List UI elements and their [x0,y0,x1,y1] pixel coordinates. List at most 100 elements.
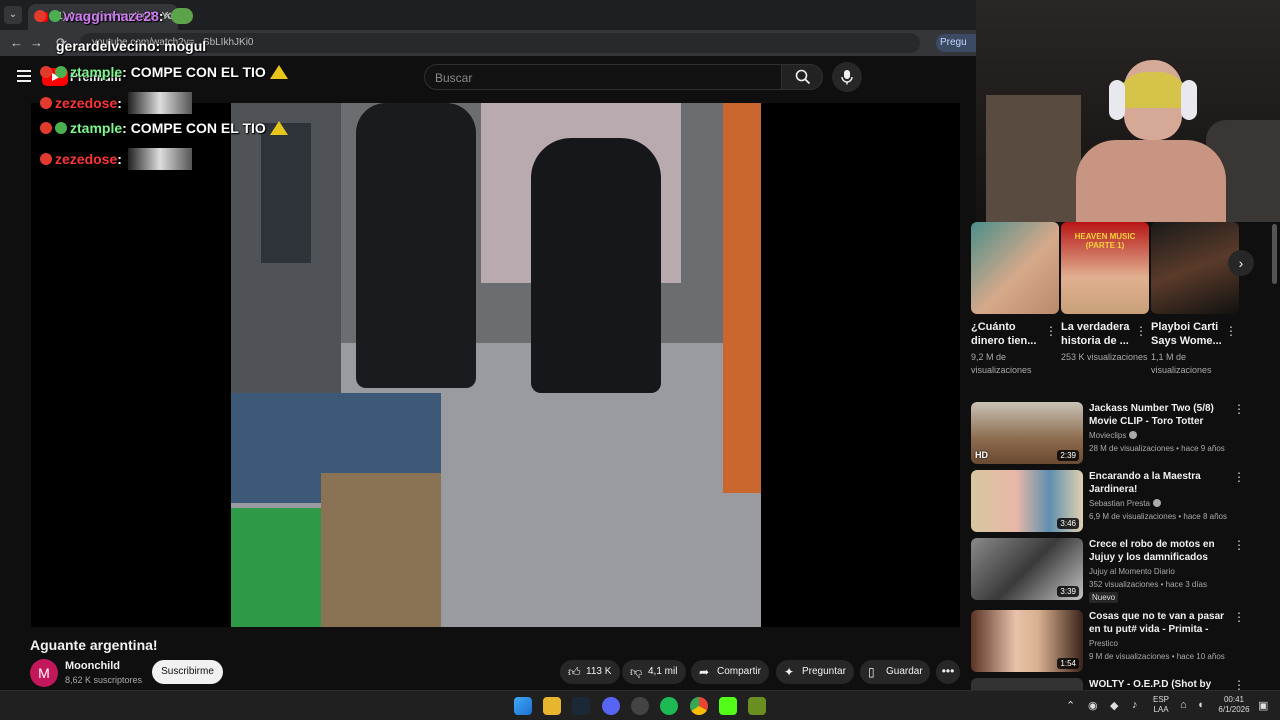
network-app-icon[interactable]: ◉ [1088,699,1098,712]
video-duration: 3:39 [1057,586,1079,597]
short-title[interactable]: ¿Cuánto dinero tien... [971,320,1043,348]
channel-name[interactable]: Jujuy al Momento Diario [1089,567,1175,576]
thumbs-down-icon: 👎︎ [630,665,643,679]
video-title[interactable]: Cosas que no te van a pasar en tu put# v… [1089,610,1229,636]
channel-name[interactable]: Prestico [1089,639,1118,648]
chat-message: ztample: COMPE CON EL TIO [40,64,288,80]
more-actions-button[interactable]: ••• [936,660,960,684]
notification-icon[interactable]: ▣ [1258,699,1268,712]
video-duration: 2:39 [1057,450,1079,461]
more-vertical-icon[interactable]: ⋮ [1233,538,1245,552]
chevron-right-icon[interactable]: › [1228,250,1254,276]
save-button[interactable]: ▯ Guardar [860,660,930,684]
shield-icon[interactable]: ◆ [1110,699,1118,712]
ask-button[interactable]: ✦ Preguntar [776,660,854,684]
recommendations-sidebar: ¿Cuánto dinero tien... 9,2 M de visualiz… [962,222,1280,692]
video-recommendation[interactable]: HD 2:39 Jackass Number Two (5/8) Movie C… [971,402,1245,466]
video-thumbnail[interactable]: 3:46 [971,470,1083,532]
short-item[interactable]: HEAVEN MUSIC (PARTE 1) La verdadera hist… [1061,222,1149,364]
video-duration: 3:46 [1057,518,1079,529]
more-vertical-icon[interactable]: ⋮ [1045,324,1057,338]
frog-emote-icon [171,8,194,24]
video-title[interactable]: Jackass Number Two (5/8) Movie CLIP - To… [1089,402,1229,428]
video-title: Aguante argentina! [30,637,158,653]
bookmark-icon: ▯ [868,665,875,679]
image-emote-icon [127,92,192,114]
windows-start-icon[interactable] [514,697,532,715]
channel-avatar[interactable]: M [30,659,58,687]
video-meta: 352 visualizaciones • hace 3 días [1089,580,1207,589]
video-duration: 1:54 [1057,658,1079,669]
more-vertical-icon[interactable]: ⋮ [1225,324,1237,338]
verified-check-icon [1152,499,1161,507]
more-vertical-icon[interactable]: ⋮ [1233,610,1245,624]
more-vertical-icon[interactable]: ⋮ [1233,470,1245,484]
search-button[interactable] [781,64,823,90]
more-vertical-icon[interactable]: ⋮ [1233,402,1245,416]
share-label: Compartir [717,666,761,677]
video-thumbnail[interactable]: 1:54 [971,610,1083,672]
windows-taskbar: ⌃ ◉ ◆ ♪ ESP LAA ⌂ ◖ 00:41 6/1/2026 ▣ [0,690,1280,720]
short-item[interactable]: ¿Cuánto dinero tien... 9,2 M de visualiz… [971,222,1059,377]
video-recommendation[interactable]: 3:39 Crece el robo de motos en Jujuy y l… [971,538,1245,603]
video-meta: 28 M de visualizaciones • hace 9 años [1089,444,1225,453]
channel-name[interactable]: Moonchild [65,660,120,672]
app-icon[interactable] [748,697,766,715]
like-button[interactable]: 👍︎ 113 K [560,660,620,684]
subscribe-button[interactable]: Suscribirme [152,660,223,684]
chevron-up-icon[interactable]: ⌃ [1066,699,1075,712]
wifi-icon[interactable]: ⌂ [1180,699,1187,711]
short-item[interactable]: Playboi Carti Says Wome... 1,1 M de visu… [1151,222,1239,377]
share-button[interactable]: ➦ Compartir [691,660,769,684]
steam-icon[interactable] [572,697,590,715]
sparkle-icon: ✦ [784,665,795,679]
language-indicator[interactable]: ESP LAA [1150,695,1172,715]
sidebar-scrollbar[interactable] [1272,224,1277,284]
short-views: 9,2 M de visualizaciones [971,352,1032,375]
short-title[interactable]: Playboi Carti Says Wome... [1151,320,1223,348]
search-input[interactable]: Buscar [424,64,782,90]
video-recommendation[interactable]: 3:46 Encarando a la Maestra Jardinera! S… [971,470,1245,534]
microphone-icon[interactable]: ♪ [1132,699,1138,711]
thumbs-up-icon: 👍︎ [568,665,581,679]
video-thumbnail[interactable]: HD 2:39 [971,402,1083,464]
video-figure-officer [531,138,661,393]
discord-icon[interactable] [602,697,620,715]
search-icon [795,69,811,85]
video-player[interactable] [31,103,960,627]
share-arrow-icon: ➦ [699,665,710,679]
short-views: 1,1 M de visualizaciones [1151,352,1212,375]
spotify-icon[interactable] [660,697,678,715]
short-thumbnail[interactable] [1151,222,1239,314]
ask-ai-button[interactable]: Pregu [936,34,976,52]
ask-ai-label: Pregu [940,37,967,48]
chrome-icon[interactable] [690,697,708,715]
pyramid-emote-icon [269,121,288,135]
pyramid-emote-icon [269,65,288,79]
short-views: 253 K visualizaciones [1061,352,1148,362]
video-title[interactable]: Crece el robo de motos en Jujuy y los da… [1089,538,1229,564]
dislike-button[interactable]: 👎︎ 4,1 mil [622,660,686,684]
video-meta: 9 M de visualizaciones • hace 10 años [1089,652,1225,661]
channel-name[interactable]: Movieclips [1089,431,1138,440]
short-thumbnail[interactable]: HEAVEN MUSIC (PARTE 1) [1061,222,1149,314]
clock[interactable]: 00:41 6/1/2026 [1214,695,1254,715]
obs-icon[interactable] [631,697,649,715]
video-title[interactable]: Encarando a la Maestra Jardinera! [1089,470,1229,496]
ask-label: Preguntar [802,666,846,677]
more-vertical-icon[interactable]: ⋮ [1135,324,1147,338]
video-recommendation[interactable]: 1:54 Cosas que no te van a pasar en tu p… [971,610,1245,674]
new-badge: Nuevo [1089,592,1119,603]
save-label: Guardar [886,666,923,677]
file-explorer-icon[interactable] [543,697,561,715]
short-thumbnail[interactable] [971,222,1059,314]
video-frame[interactable] [231,103,761,627]
channel-name[interactable]: Sebastian Presta [1089,499,1161,508]
video-thumbnail[interactable]: 3:39 [971,538,1083,600]
volume-icon[interactable]: ◖ [1197,699,1204,711]
short-overlay-text: HEAVEN MUSIC (PARTE 1) [1074,232,1136,250]
short-title[interactable]: La verdadera historia de ... [1061,320,1133,348]
kick-icon[interactable] [719,697,737,715]
chat-message: zezedose: [40,92,192,114]
voice-search-button[interactable] [832,62,862,92]
